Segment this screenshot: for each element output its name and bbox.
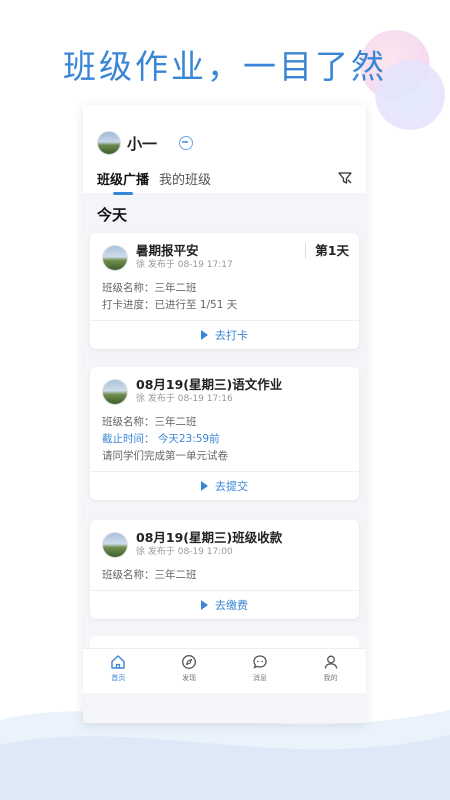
nav-label: 发现 (182, 674, 197, 682)
nav-label: 首页 (111, 674, 126, 682)
nav-item-profile[interactable]: 我的 (295, 649, 366, 693)
nav-item-messages[interactable]: 消息 (225, 649, 296, 693)
action-label: 去提交 (215, 480, 248, 493)
avatar (102, 245, 128, 271)
card-line: 请同学们完成第一单元试卷 (102, 450, 228, 462)
home-icon (111, 655, 126, 669)
filter-icon[interactable] (338, 171, 352, 185)
card-title: 暑期报平安 (136, 243, 199, 258)
checkin-button[interactable]: 去打卡 (90, 320, 359, 349)
nav-item-discover[interactable]: 发现 (154, 649, 225, 693)
card-line: 班级名称：三年二班 (102, 569, 197, 581)
bottom-nav: 首页 发现 消息 我的 (83, 648, 366, 693)
card-title: 08月19(星期三)班级收款 (136, 530, 283, 545)
promo-headline: 班级作业，一目了然 (63, 47, 387, 86)
profile-icon (324, 655, 338, 669)
compass-icon (182, 655, 197, 669)
avatar (102, 532, 128, 558)
nav-label: 我的 (323, 674, 338, 682)
tab-bar: 班级广播 我的班级 (97, 169, 221, 195)
action-label: 去缴费 (215, 599, 248, 612)
message-icon (253, 655, 267, 669)
deadline-line: 截止时间： 今天23:59前 (102, 433, 220, 445)
user-name: 小一 (127, 134, 158, 153)
feed-card[interactable]: 08月19(星期三)语文作业 徐 发布于 08-19 17:16 班级名称：三年… (90, 367, 359, 500)
pay-button[interactable]: 去缴费 (90, 590, 359, 619)
play-icon (201, 330, 208, 340)
card-line: 班级名称：三年二班 (102, 282, 197, 294)
tab-my-class[interactable]: 我的班级 (159, 169, 211, 192)
nav-label: 消息 (252, 674, 267, 682)
user-row[interactable]: 小一 (97, 131, 194, 155)
card-line: 打卡进度：已进行至 1/51 天 (102, 299, 238, 311)
app-header: 小一 班级广播 我的班级 (83, 105, 366, 195)
avatar (102, 379, 128, 405)
play-icon (201, 481, 208, 491)
feed-card[interactable]: 08月19(星期三)班级收款 徐 发布于 08-19 17:00 班级名称：三年… (90, 520, 359, 619)
nav-item-home[interactable]: 首页 (83, 649, 154, 693)
feed-card[interactable]: 暑期报平安 徐 发布于 08-19 17:17 第1天 班级名称：三年二班 打卡… (90, 233, 359, 349)
card-meta: 徐 发布于 08-19 17:17 (136, 260, 233, 270)
phone-screen: 小一 班级广播 我的班级 今天 暑期报平安 徐 发布于 08-19 17:17 … (83, 105, 366, 723)
avatar[interactable] (97, 131, 121, 155)
card-line: 班级名称：三年二班 (102, 416, 197, 428)
card-title: 08月19(星期三)语文作业 (136, 377, 283, 392)
day-badge: 第1天 (305, 243, 349, 259)
card-meta: 徐 发布于 08-19 17:00 (136, 547, 233, 557)
action-label: 去打卡 (215, 329, 248, 342)
section-title-today: 今天 (97, 206, 128, 224)
card-meta: 徐 发布于 08-19 17:16 (136, 394, 233, 404)
submit-button[interactable]: 去提交 (90, 471, 359, 500)
chat-icon[interactable] (179, 136, 194, 150)
play-icon (201, 600, 208, 610)
tab-class-broadcast[interactable]: 班级广播 (97, 169, 149, 195)
